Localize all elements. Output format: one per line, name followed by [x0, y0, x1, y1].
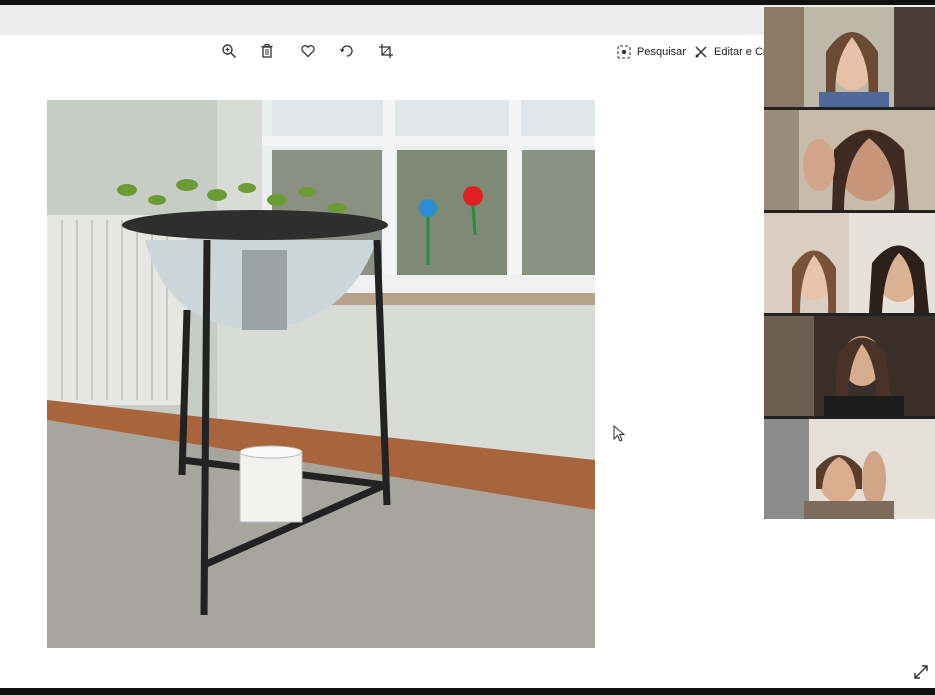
rotate-icon[interactable] — [336, 40, 358, 62]
edit-tools-icon — [695, 46, 707, 58]
mouse-cursor-icon — [613, 425, 626, 442]
heart-icon[interactable] — [297, 40, 319, 62]
visual-search-icon — [617, 45, 631, 59]
participants-panel — [764, 7, 935, 519]
participant-tile[interactable] — [764, 419, 935, 519]
search-label: Pesquisar — [637, 46, 686, 58]
photo-image[interactable] — [47, 100, 595, 648]
participant-tile[interactable] — [764, 7, 935, 107]
expand-icon[interactable] — [912, 663, 930, 681]
participant-tile[interactable] — [764, 110, 935, 210]
trash-icon[interactable] — [256, 40, 278, 62]
zoom-in-icon[interactable] — [218, 40, 240, 62]
search-button[interactable]: Pesquisar — [617, 42, 686, 62]
participant-tile[interactable] — [764, 316, 935, 416]
edit-create-button[interactable]: Editar e Cri — [694, 42, 769, 62]
edit-create-label: Editar e Cri — [714, 46, 770, 58]
participant-tile[interactable] — [764, 213, 935, 313]
crop-icon[interactable] — [375, 40, 397, 62]
bottom-border — [0, 688, 935, 695]
